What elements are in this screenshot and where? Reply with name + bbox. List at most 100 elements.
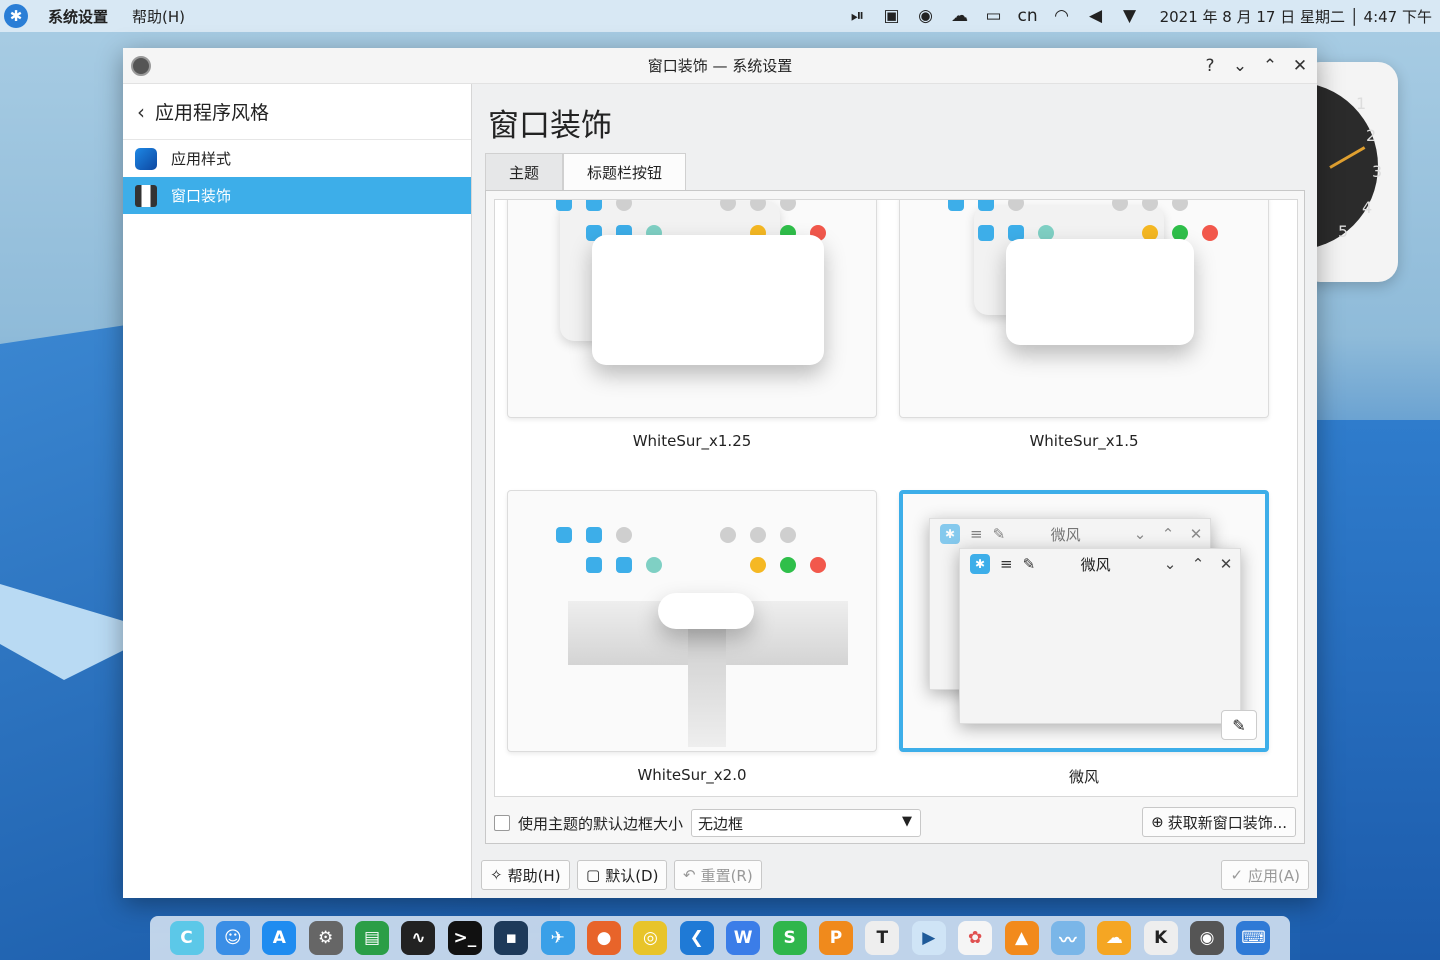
kvantum-icon[interactable]: K	[1143, 921, 1178, 955]
sidebar-item-window-decorations[interactable]: 窗口装饰	[123, 177, 471, 214]
main-content: 窗口装饰 主题 标题栏按钮 WhiteSur_x1.25 WhiteSur_x1…	[473, 84, 1317, 898]
clock-number: 3	[1372, 162, 1383, 181]
app-icon: ✱	[970, 554, 990, 574]
volume-icon[interactable]: ◀	[1084, 4, 1108, 28]
get-new-decorations-button[interactable]: ⊕ 获取新窗口装饰...	[1142, 807, 1296, 837]
dock: C ☺ A ⚙ ▤ ∿ >_ ▪ ✈ ● ◎ ❮ W S P T ▶ ✿ ▲ 〰…	[150, 916, 1290, 960]
konsole-icon[interactable]: ▪	[494, 921, 529, 955]
weather-tray-icon[interactable]: ☁	[948, 4, 972, 28]
tab-theme[interactable]: 主题	[485, 153, 564, 191]
check-icon: ✓	[1230, 866, 1244, 884]
input-method-label[interactable]: cn	[1016, 4, 1040, 28]
global-menu-help[interactable]: 帮助(H)	[132, 6, 185, 27]
app-launcher-icon[interactable]: ✱	[4, 4, 28, 28]
close-icon: ✕	[1219, 555, 1233, 573]
keyboard-icon[interactable]: ⌨	[1236, 921, 1271, 955]
sidebar: ‹ 应用程序风格 应用样式 窗口装饰	[123, 84, 472, 898]
tray-expand-icon[interactable]: ▼	[1118, 4, 1142, 28]
wallpaper-shape	[1300, 420, 1440, 960]
kdenlive-icon[interactable]: ▶	[911, 921, 946, 955]
kingfisher-icon[interactable]: 〰	[1050, 921, 1085, 955]
preview-window-front	[658, 593, 754, 629]
system-settings-icon[interactable]: ⚙	[308, 921, 343, 955]
app-icon	[616, 557, 632, 573]
wps-presentation-icon[interactable]: P	[818, 921, 853, 955]
firefox-icon[interactable]: ●	[587, 921, 622, 955]
border-size-select[interactable]: 无边框 ▼	[691, 809, 922, 837]
app-icon	[586, 200, 602, 211]
defaults-button[interactable]: ▢ 默认(D)	[577, 860, 668, 890]
clock-number: 1	[1356, 94, 1367, 113]
preview-titlebar: ✱ ≡ ✎ 微风 ⌄ ⌃ ✕	[960, 549, 1240, 579]
chevron-left-icon: ‹	[137, 99, 145, 124]
theme-preview: ✱ ≡ ✎ 微风 ⌄ ⌃ ✕ ✱ ≡ ✎ 微风 ⌄ ⌃ ✕ ✎	[899, 490, 1269, 752]
sidebar-item-app-style[interactable]: 应用样式	[123, 140, 471, 177]
default-border-checkbox[interactable]	[494, 815, 510, 831]
button-dot	[780, 200, 796, 211]
menu-icon: ≡	[970, 525, 983, 543]
photos-icon[interactable]: ✿	[958, 921, 993, 955]
clock-label[interactable]: 2021 年 8 月 17 日 星期二 │ 4:47 下午	[1160, 6, 1432, 27]
tab-panel: WhiteSur_x1.25 WhiteSur_x1.5 WhiteSur_x2…	[485, 190, 1305, 844]
battery-icon[interactable]: ▭	[982, 4, 1006, 28]
button-dot	[1202, 225, 1218, 241]
reset-button[interactable]: ↶ 重置(R)	[674, 860, 762, 890]
theme-grid[interactable]: WhiteSur_x1.25 WhiteSur_x1.5 WhiteSur_x2…	[494, 199, 1298, 797]
button-dot	[1172, 200, 1188, 211]
weather-icon[interactable]: ☁	[1097, 921, 1132, 955]
terminal-icon[interactable]: >_	[447, 921, 482, 955]
launcher-icon[interactable]: C	[169, 921, 204, 955]
theme-preview	[899, 200, 1269, 418]
app-icon	[556, 200, 572, 211]
button-dot	[616, 527, 632, 543]
wps-sheets-icon[interactable]: S	[772, 921, 807, 955]
apply-button[interactable]: ✓ 应用(A)	[1221, 860, 1309, 890]
pin-icon: ✎	[992, 525, 1006, 543]
button-dot	[720, 527, 736, 543]
system-monitor-icon[interactable]: ∿	[401, 921, 436, 955]
typora-icon[interactable]: T	[865, 921, 900, 955]
minimize-icon[interactable]: ⌄	[1231, 57, 1249, 75]
preview-window-front	[592, 235, 824, 365]
app-store-icon[interactable]: A	[262, 921, 297, 955]
clipboard-icon[interactable]: ▣	[880, 4, 904, 28]
window-app-icon[interactable]	[131, 56, 151, 76]
window-titlebar[interactable]: 窗口装饰 — 系统设置 ? ⌄ ⌃ ✕	[123, 48, 1317, 84]
tor-icon[interactable]: ◉	[914, 4, 938, 28]
feishu-icon[interactable]: ✈	[540, 921, 575, 955]
pencil-icon: ✎	[1232, 715, 1246, 735]
clock-number: 5	[1338, 222, 1349, 241]
wps-writer-icon[interactable]: W	[726, 921, 761, 955]
vscode-icon[interactable]: ❮	[679, 921, 714, 955]
media-play-icon[interactable]: ⏯	[846, 4, 870, 28]
maximize-icon: ⌃	[1191, 555, 1205, 573]
chrome-icon[interactable]: ◎	[633, 921, 668, 955]
clock-number: 2	[1366, 126, 1377, 145]
screenshot-icon[interactable]: ◉	[1190, 921, 1225, 955]
vlc-icon[interactable]: ▲	[1004, 921, 1039, 955]
sidebar-back-label: 应用程序风格	[155, 102, 270, 124]
close-icon[interactable]: ✕	[1291, 57, 1309, 75]
edit-theme-button[interactable]: ✎	[1221, 710, 1257, 740]
tab-titlebar-buttons[interactable]: 标题栏按钮	[563, 153, 687, 191]
task-manager-icon[interactable]: ▤	[355, 921, 390, 955]
theme-preview	[507, 490, 877, 752]
app-icon	[586, 557, 602, 573]
help-icon[interactable]: ?	[1201, 57, 1219, 75]
finder-icon[interactable]: ☺	[215, 921, 250, 955]
theme-name: 微风	[1068, 768, 1099, 786]
global-menu-app-name[interactable]: 系统设置	[48, 6, 108, 27]
help-button[interactable]: ✧ 帮助(H)	[481, 860, 570, 890]
maximize-icon[interactable]: ⌃	[1261, 57, 1279, 75]
top-panel: ✱ 系统设置 帮助(H) ⏯ ▣ ◉ ☁ ▭ cn ◠ ◀ ▼ 2021 年 8…	[0, 0, 1440, 32]
button-dot	[810, 557, 826, 573]
pin-icon: ✎	[1022, 555, 1036, 573]
app-icon	[978, 200, 994, 211]
wifi-icon[interactable]: ◠	[1050, 4, 1074, 28]
sidebar-back-button[interactable]: ‹ 应用程序风格	[123, 84, 471, 140]
help-label: 帮助(H)	[507, 866, 561, 885]
app-icon	[978, 225, 994, 241]
default-border-label[interactable]: 使用主题的默认边框大小	[518, 813, 683, 834]
theme-name: WhiteSur_x2.0	[637, 766, 747, 784]
preview-titlebar: ✱ ≡ ✎ 微风 ⌄ ⌃ ✕	[930, 519, 1210, 549]
